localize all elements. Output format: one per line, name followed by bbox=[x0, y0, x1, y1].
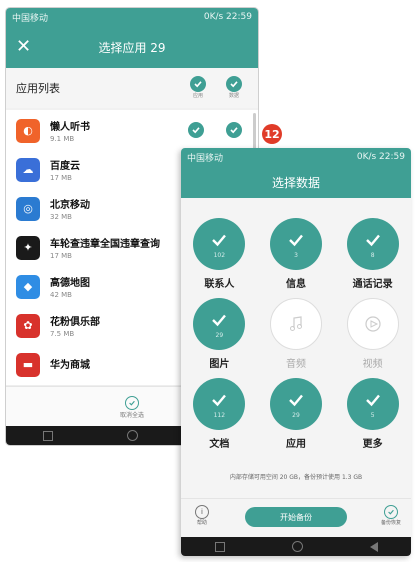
item-label: 视频 bbox=[362, 359, 383, 370]
check-circle-icon bbox=[383, 505, 398, 519]
help-button[interactable]: i 帮助 bbox=[195, 505, 209, 526]
data-type-item[interactable]: 3 信息 bbox=[258, 218, 335, 290]
item-count: 102 bbox=[213, 252, 226, 259]
item-label: 应用 bbox=[285, 439, 306, 450]
item-label: 通话记录 bbox=[352, 279, 393, 290]
back-icon[interactable] bbox=[369, 541, 378, 552]
app-icon: ✦ bbox=[16, 235, 40, 260]
app-name: 车轮查违章全国违章查询 bbox=[50, 239, 160, 250]
footer-bar: i 帮助 开始备份 备份恢复 bbox=[181, 498, 411, 538]
data-type-item[interactable]: 5 更多 bbox=[334, 378, 411, 450]
data-type-item[interactable]: 视频 bbox=[334, 298, 411, 370]
check-icon: 29 bbox=[193, 298, 246, 350]
item-label: 音频 bbox=[285, 359, 306, 370]
app-size: 32 MB bbox=[50, 213, 72, 221]
data-type-item[interactable]: 29 图片 bbox=[181, 298, 258, 370]
app-size: 7.5 MB bbox=[50, 330, 75, 338]
check-icon: 102 bbox=[193, 218, 246, 270]
data-select-screen: 中国移动 0K/s 22:59 选择数据 102 联系人 3 信息 8 通话记录 29 图片 音… bbox=[181, 148, 411, 556]
storage-info: 内部存储可用空间 20 GB，备份预计使用 1.3 GB bbox=[229, 474, 363, 481]
title-bar: ✕ 选择应用 29 bbox=[6, 26, 258, 68]
check-circle-icon bbox=[125, 395, 139, 410]
app-size: 42 MB bbox=[50, 291, 72, 299]
close-icon[interactable]: ✕ bbox=[16, 36, 31, 57]
item-label: 联系人 bbox=[204, 279, 235, 290]
list-header-label: 应用列表 bbox=[16, 82, 60, 95]
data-type-item[interactable]: 112 文档 bbox=[181, 378, 258, 450]
check-icon bbox=[226, 76, 242, 92]
select-all-apps-toggle[interactable]: 应用 bbox=[190, 76, 206, 99]
check-icon: 5 bbox=[346, 378, 399, 430]
help-label: 帮助 bbox=[196, 520, 207, 526]
backup-restore-label: 备份恢复 bbox=[380, 520, 401, 526]
home-icon[interactable] bbox=[291, 541, 303, 552]
start-backup-button[interactable]: 开始备份 bbox=[245, 507, 347, 527]
video-icon bbox=[346, 298, 399, 350]
status-bar: 中国移动 0K/s 22:59 bbox=[181, 148, 411, 166]
app-icon: ◆ bbox=[16, 274, 40, 299]
item-count: 112 bbox=[213, 412, 226, 419]
toggle-label: 应用 bbox=[192, 93, 203, 99]
data-type-item[interactable]: 102 联系人 bbox=[181, 218, 258, 290]
item-count: 29 bbox=[292, 412, 300, 419]
app-name: 百度云 bbox=[50, 161, 80, 172]
app-icon: ▬ bbox=[16, 352, 40, 377]
app-name: 北京移动 bbox=[50, 200, 90, 211]
status-right: 0K/s 22:59 bbox=[203, 12, 252, 22]
data-type-item[interactable]: 29 应用 bbox=[258, 378, 335, 450]
check-icon: 8 bbox=[346, 218, 399, 270]
item-label: 文档 bbox=[209, 439, 230, 450]
item-count: 8 bbox=[370, 252, 375, 259]
app-icon: ✿ bbox=[16, 313, 40, 338]
app-size: 17 MB bbox=[50, 174, 72, 182]
app-icon: ◎ bbox=[16, 196, 40, 221]
title-bar: 选择数据 bbox=[181, 166, 411, 198]
backup-restore-button[interactable]: 备份恢复 bbox=[381, 505, 401, 526]
app-size: 17 MB bbox=[50, 252, 72, 260]
recent-apps-icon[interactable] bbox=[43, 430, 54, 441]
status-bar: 中国移动 0K/s 22:59 bbox=[6, 8, 258, 26]
item-count: 3 bbox=[294, 252, 298, 259]
select-all-data-toggle[interactable]: 数据 bbox=[226, 76, 242, 99]
app-name: 花粉俱乐部 bbox=[50, 317, 100, 328]
info-icon: i bbox=[195, 505, 209, 519]
app-icon: ☁ bbox=[16, 157, 40, 182]
recent-apps-icon[interactable] bbox=[214, 541, 225, 552]
list-header: 应用列表 应用 数据 bbox=[6, 68, 258, 108]
app-name: 高德地图 bbox=[50, 278, 90, 289]
carrier-label: 中国移动 bbox=[12, 13, 49, 24]
home-icon[interactable] bbox=[127, 430, 139, 441]
data-type-item[interactable]: 8 通话记录 bbox=[334, 218, 411, 290]
check-icon bbox=[190, 76, 206, 92]
toggle-label: 数据 bbox=[228, 93, 239, 99]
page-title: 选择数据 bbox=[271, 175, 320, 190]
check-icon: 112 bbox=[193, 378, 246, 430]
item-label: 图片 bbox=[209, 359, 230, 370]
step-badge: 12 bbox=[262, 124, 282, 144]
status-right: 0K/s 22:59 bbox=[356, 152, 405, 162]
item-label: 信息 bbox=[285, 279, 306, 290]
nav-bar bbox=[181, 537, 411, 556]
app-select-check[interactable] bbox=[188, 122, 204, 138]
data-type-item[interactable]: 音频 bbox=[258, 298, 335, 370]
item-count: 29 bbox=[215, 332, 224, 339]
app-icon: ◐ bbox=[16, 118, 40, 143]
deselect-all-label: 取消全选 bbox=[119, 411, 144, 419]
data-select-check[interactable] bbox=[226, 122, 242, 138]
music-icon bbox=[269, 298, 322, 350]
app-name: 华为商城 bbox=[50, 360, 90, 371]
app-name: 懒人听书 bbox=[50, 122, 90, 133]
app-size: 9.1 MB bbox=[50, 135, 75, 143]
scrollbar[interactable] bbox=[253, 113, 256, 153]
check-icon: 29 bbox=[269, 378, 322, 430]
item-count: 5 bbox=[370, 412, 375, 419]
carrier-label: 中国移动 bbox=[187, 153, 224, 164]
item-label: 更多 bbox=[362, 439, 383, 450]
app-list-item[interactable]: ◐ 懒人听书 9.1 MB bbox=[6, 110, 258, 152]
page-title: 选择应用 29 bbox=[98, 40, 166, 55]
check-icon: 3 bbox=[269, 218, 322, 270]
